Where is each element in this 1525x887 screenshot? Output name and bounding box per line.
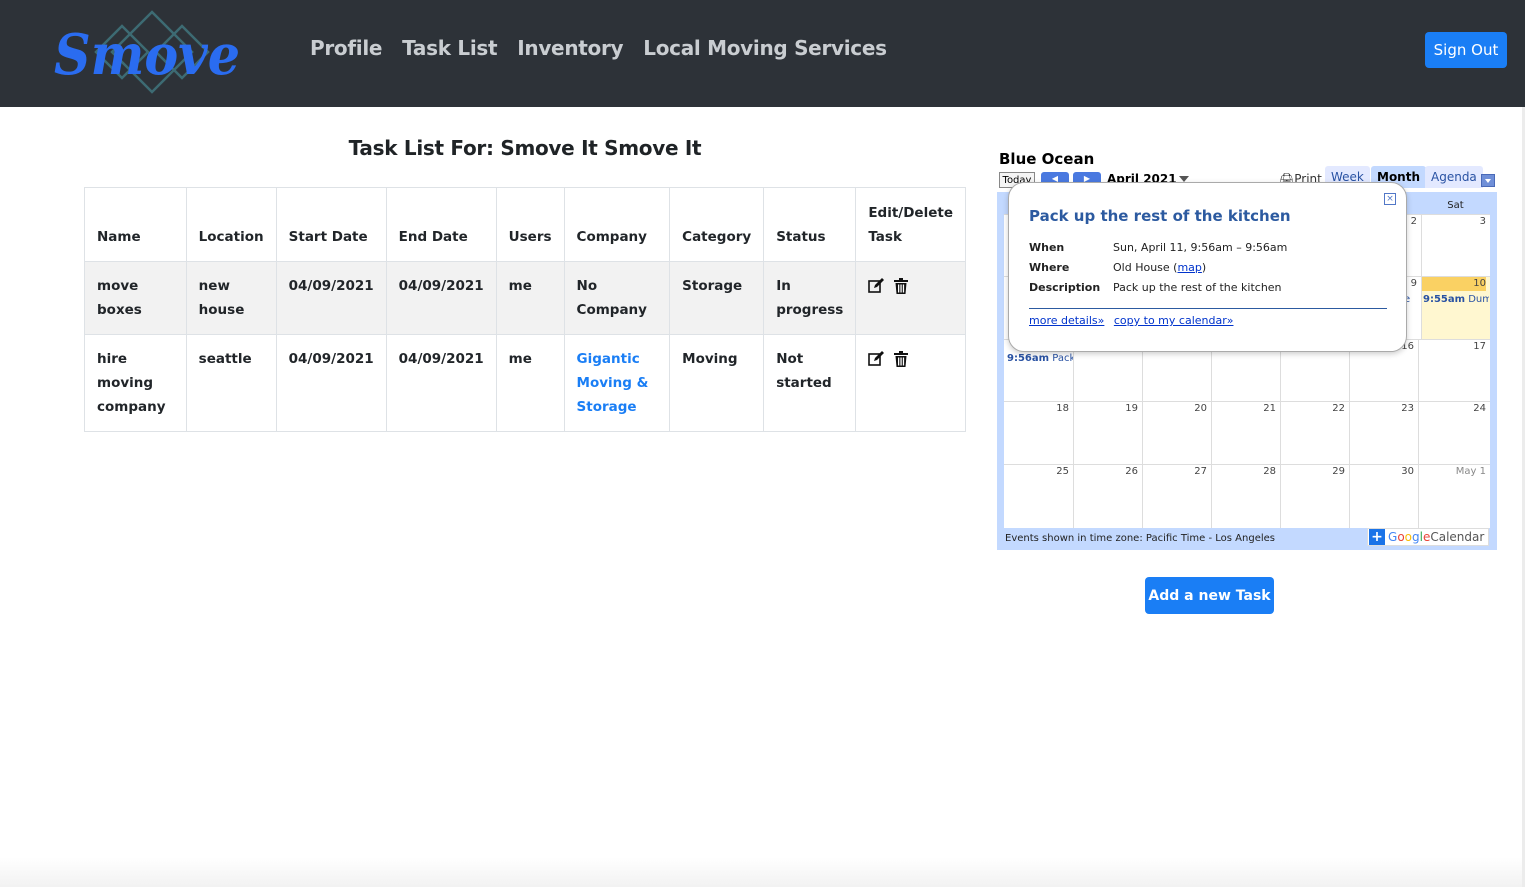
day-cell[interactable]: 18 [1004,402,1073,464]
task-table: Name Location Start Date End Date Users … [84,187,966,432]
add-new-task-button[interactable]: Add a new Task [1145,577,1274,614]
cell-end-date: 04/09/2021 [385,334,497,432]
day-cell[interactable]: 3 [1421,215,1490,277]
cell-category: Moving [669,334,765,432]
google-calendar-add-button[interactable]: + Google Calendar [1367,528,1489,546]
timezone-note: Events shown in time zone: Pacific Time … [1005,533,1275,544]
header-location: Location [185,187,277,262]
header-status: Status [763,187,857,262]
cell-company: Gigantic Moving & Storage [563,334,671,432]
cell-location: new house [185,261,277,335]
day-cell[interactable]: 22 [1280,402,1349,464]
day-cell[interactable]: 24 [1418,402,1490,464]
nav-local-moving-services[interactable]: Local Moving Services [643,36,887,60]
day-cell[interactable]: 23 [1349,402,1418,464]
cell-name: hire moving company [84,334,187,432]
nav-task-list[interactable]: Task List [402,36,497,60]
day-cell[interactable]: 30 [1349,465,1418,528]
cell-users: me [495,261,565,335]
company-link[interactable]: Gigantic Moving & Storage [577,351,649,415]
day-cell[interactable]: 21 [1211,402,1280,464]
weekday-sat: Sat [1447,200,1464,211]
cell-start-date: 04/09/2021 [275,334,387,432]
page-bottom-edge [0,857,1522,887]
edit-icon[interactable] [868,351,885,367]
day-cell[interactable]: May 1 [1418,465,1490,528]
tab-agenda[interactable]: Agenda [1425,166,1483,188]
plus-icon: + [1369,529,1385,545]
header-end-date: End Date [385,187,497,262]
day-cell[interactable]: 27 [1142,465,1211,528]
event-details-popup: × Pack up the rest of the kitchen When S… [1008,182,1407,352]
more-details-link[interactable]: more details» [1029,314,1104,327]
day-cell[interactable]: 19 [1073,402,1142,464]
header-start-date: Start Date [275,187,387,262]
cell-users: me [495,334,565,432]
header-company: Company [563,187,671,262]
cell-name: move boxes [84,261,187,335]
nav-inventory[interactable]: Inventory [517,36,623,60]
header-edit-delete: Edit/Delete Task [855,187,966,262]
cell-actions [855,334,966,432]
calendar-event[interactable]: 9:56am Pack [1007,353,1073,364]
day-cell-today[interactable]: 10 [1421,277,1490,339]
logo-text: Smove [54,22,240,88]
map-link[interactable]: map [1177,261,1201,274]
edit-icon[interactable] [868,278,885,294]
day-cell[interactable]: 26 [1073,465,1142,528]
cell-status: In progress [763,261,857,335]
header-users: Users [495,187,565,262]
trash-icon[interactable] [893,351,909,367]
trash-icon[interactable] [893,278,909,294]
nav-profile[interactable]: Profile [310,36,382,60]
navbar: Smove Profile Task List Inventory Local … [0,0,1525,107]
popup-links: more details» copy to my calendar» [1029,314,1233,327]
popup-divider [1029,308,1387,309]
day-cell[interactable]: 28 [1211,465,1280,528]
week-row: 18 19 20 21 22 23 24 [1004,401,1490,464]
day-cell[interactable]: 17 [1418,340,1490,402]
calendar-event[interactable]: 9:55am Dump [1423,294,1489,305]
cell-end-date: 04/09/2021 [385,261,497,335]
day-cell[interactable]: 25 [1004,465,1073,528]
table-row: hire moving company seattle 04/09/2021 0… [84,334,966,432]
sign-out-button[interactable]: Sign Out [1425,32,1507,68]
header-category: Category [669,187,765,262]
cell-actions [855,261,966,335]
day-cell[interactable]: 20 [1142,402,1211,464]
week-row: 25 26 27 28 29 30 May 1 [1004,464,1490,528]
header-name: Name [84,187,187,262]
calendar-title: Blue Ocean [999,150,1095,168]
smove-logo[interactable]: Smove [52,6,252,98]
table-row: move boxes new house 04/09/2021 04/09/20… [84,261,966,335]
cell-company: No Company [563,261,671,335]
cell-location: seattle [185,334,277,432]
table-header-row: Name Location Start Date End Date Users … [84,187,966,262]
nav-links: Profile Task List Inventory Local Moving… [310,36,887,60]
close-icon[interactable]: × [1384,193,1396,205]
day-cell[interactable]: 29 [1280,465,1349,528]
copy-to-calendar-link[interactable]: copy to my calendar» [1114,314,1234,327]
cell-start-date: 04/09/2021 [275,261,387,335]
cell-status: Not started [763,334,857,432]
event-title: Pack up the rest of the kitchen [1029,207,1291,225]
gcal-calendar-label: Calendar [1430,530,1485,544]
cell-category: Storage [669,261,765,335]
view-dropdown-icon[interactable] [1481,174,1495,187]
page-title: Task List For: Smove It Smove It [348,136,702,160]
